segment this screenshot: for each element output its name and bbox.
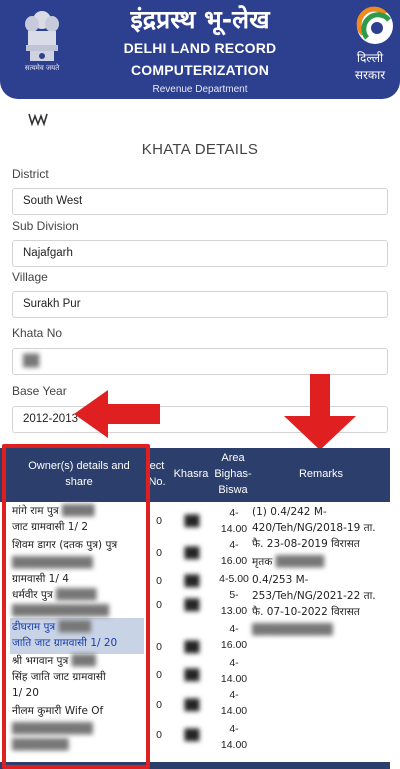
rect-cell: 0 (156, 729, 162, 741)
district-field[interactable]: South West (12, 188, 388, 215)
khasra-cell-redacted: ██ (184, 641, 200, 653)
delhi-government-logo-icon (356, 6, 393, 44)
area-cell: 4- (229, 623, 239, 635)
khasra-cell-redacted: ██ (184, 669, 200, 681)
rect-cell: 0 (156, 669, 162, 681)
khata-no-field[interactable]: ██ (12, 348, 388, 375)
village-field[interactable]: Surakh Pur (12, 291, 388, 318)
subdivision-label: Sub Division (12, 219, 79, 233)
area-cell: 16.00 (220, 555, 248, 567)
area-cell: 14.00 (220, 523, 248, 535)
site-subtitle-line1: DELHI LAND RECORD (123, 40, 277, 56)
area-cell: 14.00 (220, 705, 248, 717)
remarks-line: फै. 23-08-2019 विरासत (252, 538, 360, 550)
area-cell: 14.00 (220, 739, 248, 751)
village-label: Village (12, 270, 48, 284)
base-year-label: Base Year (12, 384, 67, 398)
remarks-line: 420/Teh/NG/2018-19 ता. (252, 522, 376, 534)
area-column-header: Area Bighas- Biswa (214, 452, 252, 496)
page-title: KHATA DETAILS (141, 141, 259, 158)
rect-cell: 0 (156, 599, 162, 611)
rect-cell: 0 (156, 575, 162, 587)
khasra-cell-redacted: ██ (184, 515, 200, 527)
rect-cell: 0 (156, 641, 162, 653)
site-header: सत्यमेव जयते इंद्रप्रस्थ भू-लेख DELHI LA… (0, 0, 400, 102)
remarks-line: 253/Teh/NG/2021-22 ता. (252, 590, 376, 602)
area-cell: 13.00 (220, 605, 248, 617)
emblem-caption: सत्यमेव जयते (24, 64, 60, 72)
area-cell: 4- (229, 689, 239, 701)
khasra-cell-redacted: ██ (184, 547, 200, 559)
area-cell: 14.00 (220, 673, 248, 685)
khasra-cell-redacted: ██ (184, 729, 200, 741)
remarks-line: (1) 0.4/242 M- (252, 506, 327, 518)
site-subtitle-line2: COMPUTERIZATION (130, 62, 270, 78)
khata-no-redacted-value: ██ (23, 355, 40, 367)
menu-glyph-icon[interactable] (27, 110, 49, 128)
khasra-column-header: Khasra (173, 468, 209, 480)
area-cell: 4- (229, 507, 239, 519)
remarks-line: 0.4/253 M- (252, 574, 309, 586)
rect-cell: 0 (156, 699, 162, 711)
remarks-line: मृतक ██████ (252, 556, 325, 568)
area-cell: 5- (229, 589, 239, 601)
annotation-arrow-down-icon (284, 374, 356, 450)
delhi-government-name: दिल्ली सरकार (354, 51, 386, 82)
area-cell: 4- (229, 657, 239, 669)
department-name: Revenue Department (152, 84, 248, 95)
area-cell: 4-5.00 (219, 573, 249, 585)
khasra-cell-redacted: ██ (184, 599, 200, 611)
remarks-column-header: Remarks (298, 468, 343, 480)
rect-cell: 0 (156, 547, 162, 559)
district-label: District (12, 167, 49, 181)
khata-no-label: Khata No (12, 326, 63, 340)
remarks-line: फै. 07-10-2022 विरासत (252, 606, 360, 618)
khasra-cell-redacted: ██ (184, 575, 200, 587)
rect-cell: 0 (156, 515, 162, 527)
area-cell: 4- (229, 723, 239, 735)
remarks-line-redacted: ██████████ (252, 624, 333, 636)
khasra-cell-redacted: ██ (184, 699, 200, 711)
area-cell: 16.00 (220, 639, 248, 651)
annotation-highlight-box (2, 444, 150, 769)
subdivision-field[interactable]: Najafgarh (12, 240, 388, 267)
site-title-hindi: इंद्रप्रस्थ भू-लेख (130, 5, 270, 34)
area-cell: 4- (229, 539, 239, 551)
annotation-arrow-left-icon (74, 390, 160, 438)
